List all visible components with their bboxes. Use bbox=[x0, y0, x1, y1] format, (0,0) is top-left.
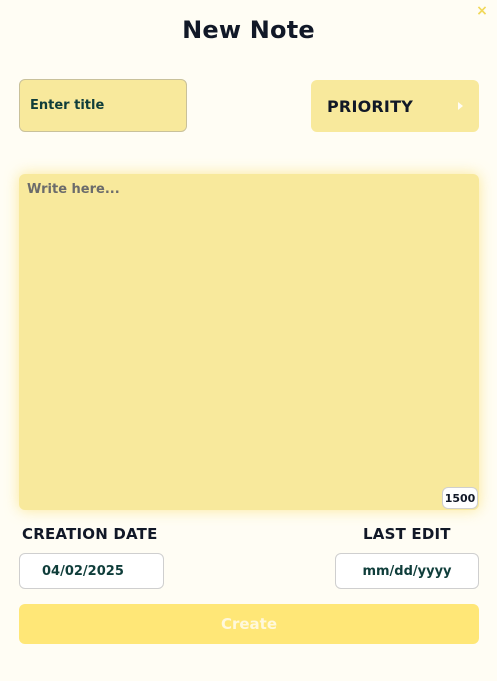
priority-label: PRIORITY bbox=[327, 96, 413, 116]
char-counter: 1500 bbox=[442, 487, 478, 509]
priority-dropdown[interactable]: PRIORITY bbox=[311, 80, 479, 132]
creation-date-input[interactable]: 04/02/2025 bbox=[19, 553, 164, 589]
create-button[interactable]: Create bbox=[19, 604, 479, 644]
creation-date-label: CREATION DATE bbox=[22, 525, 158, 543]
last-edit-label: LAST EDIT bbox=[363, 525, 451, 543]
last-edit-input[interactable]: mm/dd/yyyy bbox=[335, 553, 479, 589]
title-input[interactable] bbox=[19, 79, 187, 132]
chevron-right-icon bbox=[458, 102, 463, 110]
note-textarea[interactable] bbox=[19, 174, 479, 510]
page-title: New Note bbox=[182, 16, 315, 44]
